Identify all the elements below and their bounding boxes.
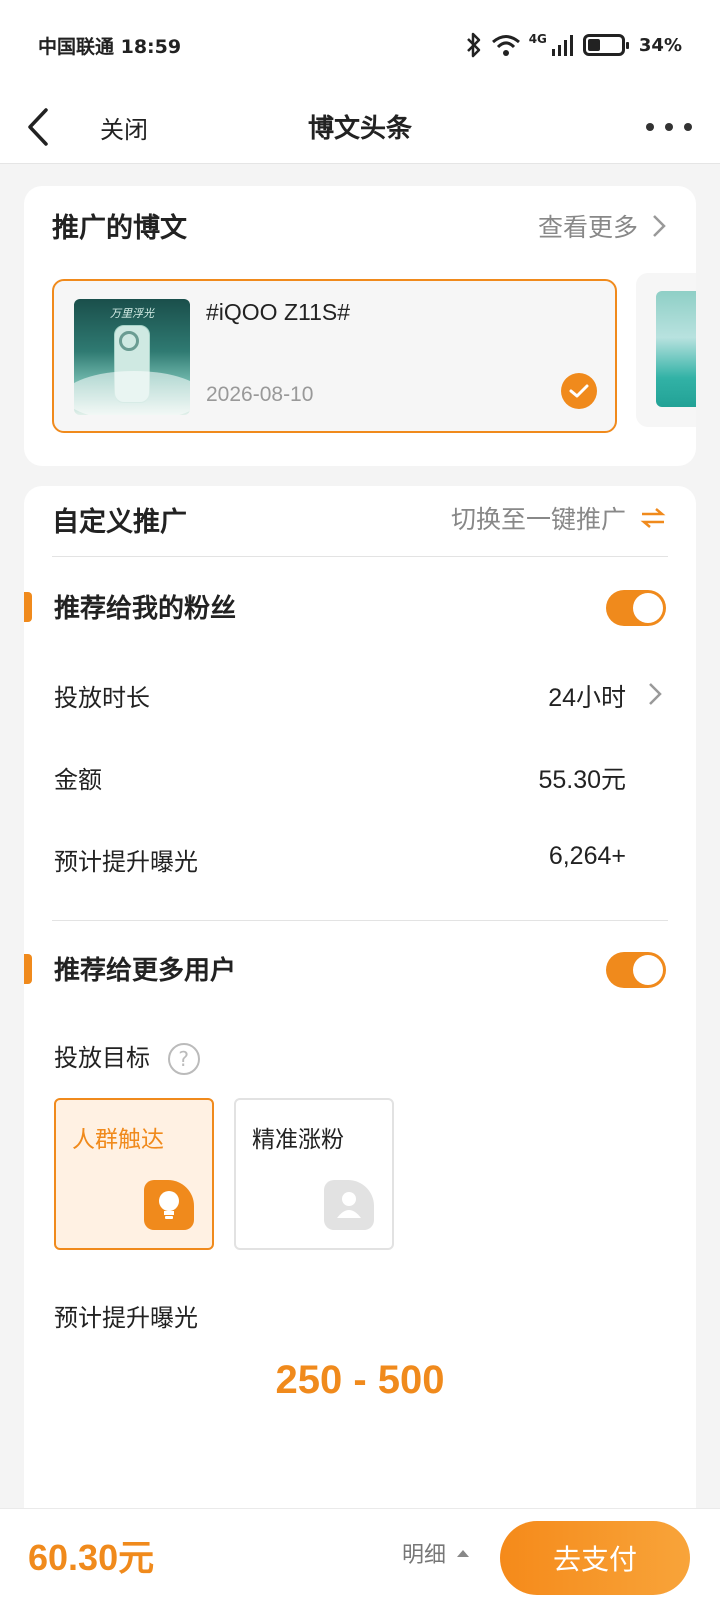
expected-exposure-label: 预计提升曝光 <box>54 1304 198 1332</box>
page-title: 博文头条 <box>307 114 412 144</box>
wifi-icon <box>491 33 521 57</box>
check-icon <box>561 373 597 409</box>
network-type: 4G <box>528 32 547 46</box>
bluetooth-icon <box>465 32 483 58</box>
carrier-time: 中国联通 18:59 <box>38 35 182 58</box>
more-icon[interactable] <box>646 112 692 142</box>
target-row: 投放目标 ? <box>54 1036 666 1076</box>
exposure-label: 预计提升曝光 <box>54 848 198 876</box>
signal-icon <box>551 33 575 57</box>
target-option-reach[interactable]: 人群触达 <box>54 1098 214 1250</box>
detail-label: 明细 <box>402 1543 447 1568</box>
chevron-right-icon <box>649 683 662 705</box>
divider <box>52 920 668 921</box>
exposure-value: 6,264+ <box>548 842 626 870</box>
amount-label: 金额 <box>54 766 102 794</box>
bottom-bar: 60.30元 明细 去支付 <box>0 1508 720 1604</box>
battery-icon <box>582 34 629 56</box>
view-more-label: 查看更多 <box>537 213 638 242</box>
section-marker <box>24 592 32 622</box>
status-icons: 4G 34% <box>465 32 682 58</box>
custom-title: 自定义推广 <box>52 507 187 538</box>
nav-bar: 关闭 博文头条 <box>0 90 720 164</box>
switch-label: 切换至一键推广 <box>450 505 626 534</box>
status-bar: 中国联通 18:59 4G 34% <box>0 0 720 90</box>
exposure-range: 250 - 500 <box>275 1358 445 1402</box>
swap-icon <box>640 508 666 528</box>
pay-button[interactable]: 去支付 <box>500 1521 690 1595</box>
more-users-section-title: 推荐给更多用户 <box>54 956 237 986</box>
bulb-icon <box>144 1180 194 1230</box>
next-post-thumbnail <box>656 291 696 407</box>
wave-image <box>74 371 190 415</box>
target-option-label: 精准涨粉 <box>252 1127 344 1153</box>
fans-toggle[interactable] <box>606 590 666 626</box>
amount-value: 55.30元 <box>538 766 626 794</box>
more-users-toggle[interactable] <box>606 952 666 988</box>
divider <box>52 556 668 557</box>
thumbnail-caption: 万里浮光 <box>110 307 154 320</box>
duration-label: 投放时长 <box>54 684 150 712</box>
duration-row[interactable]: 投放时长 24小时 <box>54 674 666 714</box>
fans-section-title: 推荐给我的粉丝 <box>54 594 237 624</box>
selected-post[interactable]: 万里浮光 #iQOO Z11S# 2026-08-10 <box>52 279 617 433</box>
person-icon <box>324 1180 374 1230</box>
expected-exposure-row: 预计提升曝光 <box>54 1294 666 1334</box>
promoted-title: 推广的博文 <box>52 213 187 244</box>
promoted-post-card: 推广的博文 查看更多 万里浮光 #iQOO Z11S# 2026-08-10 <box>24 186 696 466</box>
total-price: 60.30元 <box>28 1537 155 1578</box>
exposure-row: 预计提升曝光 6,264+ <box>54 838 666 878</box>
chevron-right-icon <box>653 215 666 237</box>
help-icon[interactable]: ? <box>167 1043 200 1075</box>
caret-up-icon <box>457 1550 470 1557</box>
post-thumbnail: 万里浮光 <box>74 299 190 415</box>
post-title: #iQOO Z11S# <box>206 299 351 325</box>
custom-promotion-card: 自定义推广 切换至一键推广 推荐给我的粉丝 投放时长 24小时 金额 55.30… <box>24 486 696 1526</box>
target-option-followers[interactable]: 精准涨粉 <box>234 1098 394 1250</box>
target-label: 投放目标 <box>54 1044 150 1072</box>
target-option-label: 人群触达 <box>72 1127 164 1153</box>
section-marker <box>24 954 32 984</box>
next-post-peek[interactable] <box>636 273 696 427</box>
duration-value: 24小时 <box>548 684 626 712</box>
amount-row: 金额 55.30元 <box>54 756 666 796</box>
fans-section-header: 推荐给我的粉丝 <box>24 588 696 628</box>
view-more-link[interactable]: 查看更多 <box>538 208 666 244</box>
post-date: 2026-08-10 <box>206 383 314 406</box>
switch-one-click-button[interactable]: 切换至一键推广 <box>451 500 666 536</box>
battery-level: 34% <box>638 34 682 56</box>
more-users-section-header: 推荐给更多用户 <box>24 950 696 990</box>
detail-button[interactable]: 明细 <box>402 1537 470 1569</box>
